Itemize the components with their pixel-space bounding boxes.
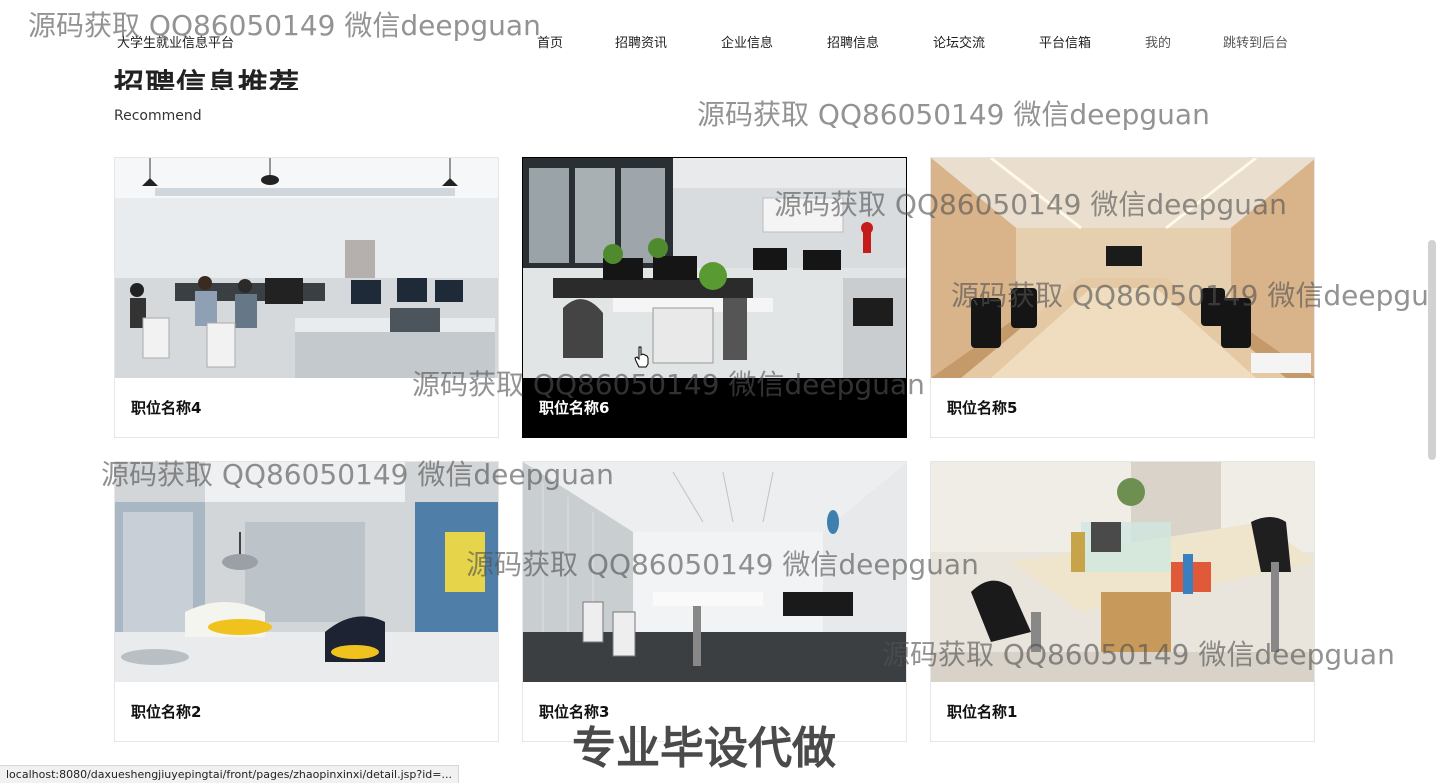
job-photo	[115, 158, 498, 378]
job-card[interactable]: 职位名称5	[930, 157, 1315, 438]
job-title[interactable]: 职位名称1	[931, 682, 1314, 741]
job-photo	[523, 462, 906, 682]
job-title[interactable]: 职位名称5	[931, 378, 1314, 437]
nav-mailbox[interactable]: 平台信箱	[1039, 32, 1091, 51]
job-card[interactable]: 职位名称4	[114, 157, 499, 438]
job-title[interactable]: 职位名称4	[115, 378, 498, 437]
job-title[interactable]: 职位名称6	[523, 378, 906, 437]
site-brand[interactable]: 大学生就业信息平台	[117, 32, 234, 51]
job-card[interactable]: 职位名称1	[930, 461, 1315, 742]
nav-forum[interactable]: 论坛交流	[933, 32, 985, 51]
job-photo	[115, 462, 498, 682]
job-photo	[931, 158, 1314, 378]
job-photo	[931, 462, 1314, 682]
job-photo	[523, 158, 906, 378]
nav-recruit-news[interactable]: 招聘资讯	[615, 32, 667, 51]
nav-company-info[interactable]: 企业信息	[721, 32, 773, 51]
nav-job-info[interactable]: 招聘信息	[827, 32, 879, 51]
job-card[interactable]: 职位名称6	[522, 157, 907, 438]
job-title[interactable]: 职位名称2	[115, 682, 498, 741]
page-scrollbar[interactable]	[1428, 240, 1436, 460]
watermark-text: 源码获取 QQ86050149 微信deepguan	[697, 98, 1210, 131]
job-card[interactable]: 职位名称3	[522, 461, 907, 742]
nav-home[interactable]: 首页	[537, 32, 563, 51]
job-card[interactable]: 职位名称2	[114, 461, 499, 742]
section-title: 招聘信息推荐	[114, 68, 300, 90]
job-title[interactable]: 职位名称3	[523, 682, 906, 741]
link-status-bar: localhost:8080/daxueshengjiuyepingtai/fr…	[0, 765, 459, 783]
nav-admin-link[interactable]: 跳转到后台	[1223, 32, 1288, 51]
nav-my-account[interactable]: 我的	[1145, 32, 1171, 51]
section-subtitle: Recommend	[114, 108, 202, 124]
